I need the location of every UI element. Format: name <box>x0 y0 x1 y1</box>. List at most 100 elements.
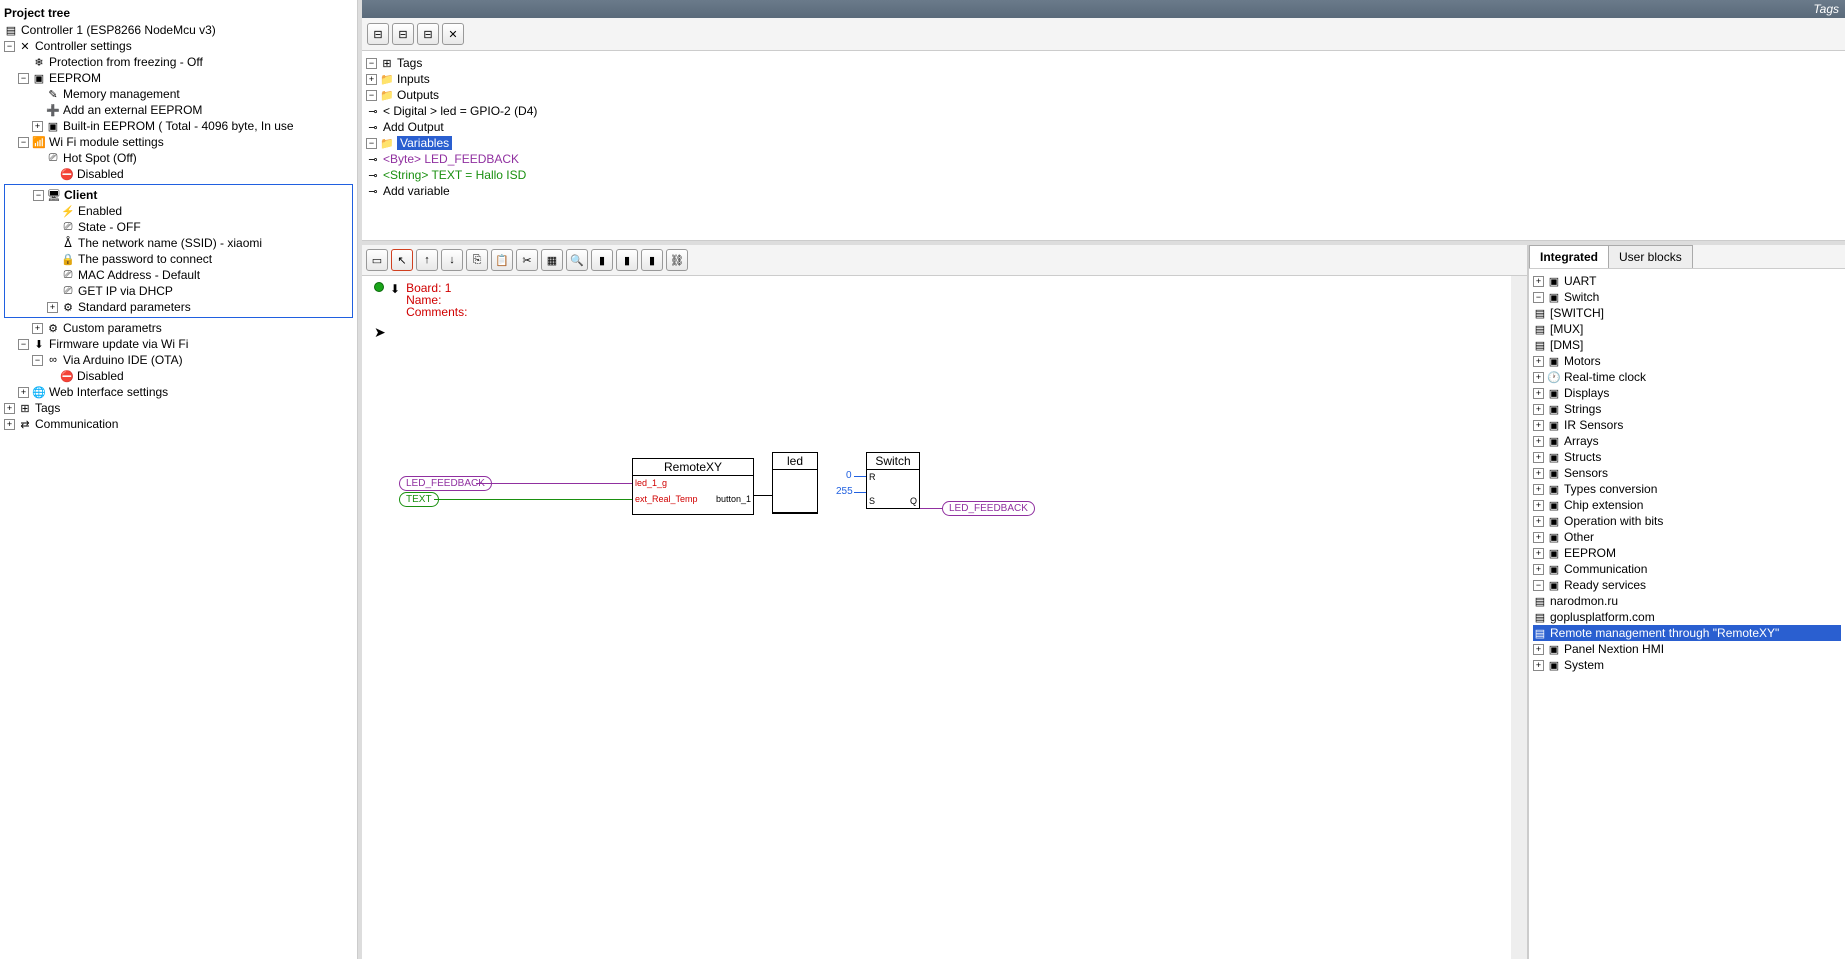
lib-sensors[interactable]: +▣Sensors <box>1533 465 1841 481</box>
text-chip[interactable]: TEXT <box>399 492 439 507</box>
collapse-icon[interactable]: − <box>1533 580 1544 591</box>
lib-arrays[interactable]: +▣Arrays <box>1533 433 1841 449</box>
lib-motors[interactable]: +▣Motors <box>1533 353 1841 369</box>
expand-icon[interactable]: + <box>1533 644 1544 655</box>
collapse-icon[interactable]: − <box>366 90 377 101</box>
expand-icon[interactable]: + <box>1533 468 1544 479</box>
memory-node[interactable]: ✎Memory management <box>4 86 353 102</box>
custom-params-node[interactable]: +⚙Custom parametrs <box>4 320 353 336</box>
collapse-icon[interactable]: − <box>18 137 29 148</box>
lib-remotexy[interactable]: ▤Remote management through "RemoteXY" <box>1533 625 1841 641</box>
diagram-canvas[interactable]: ⬇ Board: 1 Name: Comments: ➤ LED_FEEDBAC… <box>362 276 1527 959</box>
expand-icon[interactable]: + <box>1533 452 1544 463</box>
expand-icon[interactable]: + <box>1533 484 1544 495</box>
add-var-node[interactable]: ⊸Add variable <box>366 183 1841 199</box>
password-node[interactable]: 🔒The password to connect <box>5 251 352 267</box>
align-right-button[interactable]: ▮ <box>641 249 663 271</box>
expand-level-button[interactable]: ⊟ <box>367 23 389 45</box>
add-output-node[interactable]: ⊸Add Output <box>366 119 1841 135</box>
collapse-icon[interactable]: − <box>366 58 377 69</box>
lib-goplus[interactable]: ▤goplusplatform.com <box>1533 609 1841 625</box>
expand-icon[interactable]: + <box>1533 404 1544 415</box>
add-eeprom-node[interactable]: ➕Add an external EEPROM <box>4 102 353 118</box>
expand-icon[interactable]: + <box>1533 372 1544 383</box>
digital-led-node[interactable]: ⊸< Digital > led = GPIO-2 (D4) <box>366 103 1841 119</box>
delete-button[interactable]: ✕ <box>442 23 464 45</box>
led-block[interactable]: led <box>772 452 818 514</box>
lib-switch-item[interactable]: ▤[SWITCH] <box>1533 305 1841 321</box>
move-down-button[interactable]: ↓ <box>441 249 463 271</box>
string-var-node[interactable]: ⊸<String> TEXT = Hallo ISD <box>366 167 1841 183</box>
client-node[interactable]: −🖥Client <box>5 187 352 203</box>
lib-chip[interactable]: +▣Chip extension <box>1533 497 1841 513</box>
expand-icon[interactable]: + <box>1533 388 1544 399</box>
collapse-icon[interactable]: − <box>18 73 29 84</box>
expand-icon[interactable]: + <box>47 302 58 313</box>
expand-icon[interactable]: + <box>1533 564 1544 575</box>
expand-icon[interactable]: + <box>366 74 377 85</box>
controller-node[interactable]: ▤Controller 1 (ESP8266 NodeMcu v3) <box>4 22 353 38</box>
expand-icon[interactable]: + <box>1533 660 1544 671</box>
communication-node[interactable]: +⇄Communication <box>4 416 353 432</box>
lib-system[interactable]: +▣System <box>1533 657 1841 673</box>
expand-all-button[interactable]: ⊟ <box>392 23 414 45</box>
state-node[interactable]: ⎚State - OFF <box>5 219 352 235</box>
hotspot-disabled-node[interactable]: ⛔Disabled <box>4 166 353 182</box>
collapse-icon[interactable]: − <box>33 190 44 201</box>
expand-icon[interactable]: + <box>32 121 43 132</box>
collapse-all-button[interactable]: ⊟ <box>417 23 439 45</box>
enabled-node[interactable]: ⚡Enabled <box>5 203 352 219</box>
tab-user-blocks[interactable]: User blocks <box>1608 245 1693 268</box>
lib-mux-item[interactable]: ▤[MUX] <box>1533 321 1841 337</box>
lib-communication[interactable]: +▣Communication <box>1533 561 1841 577</box>
collapse-icon[interactable]: − <box>32 355 43 366</box>
paste-button[interactable]: 📋 <box>491 249 513 271</box>
expand-icon[interactable]: + <box>32 323 43 334</box>
expand-icon[interactable]: + <box>1533 436 1544 447</box>
expand-icon[interactable]: + <box>1533 276 1544 287</box>
expand-icon[interactable]: + <box>1533 356 1544 367</box>
lib-types[interactable]: +▣Types conversion <box>1533 481 1841 497</box>
zoom-button[interactable]: 🔍 <box>566 249 588 271</box>
link-button[interactable]: ⛓ <box>666 249 688 271</box>
lib-dms-item[interactable]: ▤[DMS] <box>1533 337 1841 353</box>
collapse-icon[interactable]: − <box>1533 292 1544 303</box>
tags-root[interactable]: −⊞Tags <box>366 55 1841 71</box>
lib-narodmon[interactable]: ▤narodmon.ru <box>1533 593 1841 609</box>
hotspot-node[interactable]: ⎚Hot Spot (Off) <box>4 150 353 166</box>
collapse-icon[interactable]: − <box>366 138 377 149</box>
expand-icon[interactable]: + <box>4 403 15 414</box>
align-center-button[interactable]: ▮ <box>616 249 638 271</box>
remotexy-block[interactable]: RemoteXY led_1_g ext_Real_Temp button_1 <box>632 458 754 515</box>
web-node[interactable]: +🌐Web Interface settings <box>4 384 353 400</box>
lib-other[interactable]: +▣Other <box>1533 529 1841 545</box>
cursor-button[interactable]: ↖ <box>391 249 413 271</box>
expand-icon[interactable]: + <box>1533 532 1544 543</box>
led-feedback-out-chip[interactable]: LED_FEEDBACK <box>942 501 1035 516</box>
dhcp-node[interactable]: ⎚GET IP via DHCP <box>5 283 352 299</box>
lib-eeprom[interactable]: +▣EEPROM <box>1533 545 1841 561</box>
inputs-node[interactable]: +📁Inputs <box>366 71 1841 87</box>
expand-icon[interactable]: + <box>1533 500 1544 511</box>
wifi-node[interactable]: −📶Wi Fi module settings <box>4 134 353 150</box>
lib-panel-nextion[interactable]: +▣Panel Nextion HMI <box>1533 641 1841 657</box>
eeprom-node[interactable]: −▣EEPROM <box>4 70 353 86</box>
cut-button[interactable]: ✂ <box>516 249 538 271</box>
canvas-scrollbar[interactable] <box>1511 276 1527 959</box>
ota-node[interactable]: −∞Via Arduino IDE (OTA) <box>4 352 353 368</box>
collapse-icon[interactable]: − <box>18 339 29 350</box>
controller-settings-node[interactable]: −✕Controller settings <box>4 38 353 54</box>
switch-block[interactable]: Switch R S Q <box>866 452 920 509</box>
ota-disabled-node[interactable]: ⛔Disabled <box>4 368 353 384</box>
align-left-button[interactable]: ▮ <box>591 249 613 271</box>
expand-icon[interactable]: + <box>1533 516 1544 527</box>
group-button[interactable]: ▦ <box>541 249 563 271</box>
builtin-eeprom-node[interactable]: +▣Built-in EEPROM ( Total - 4096 byte, I… <box>4 118 353 134</box>
lib-uart[interactable]: +▣UART <box>1533 273 1841 289</box>
byte-var-node[interactable]: ⊸<Byte> LED_FEEDBACK <box>366 151 1841 167</box>
lib-structs[interactable]: +▣Structs <box>1533 449 1841 465</box>
freeze-node[interactable]: ❄Protection from freezing - Off <box>4 54 353 70</box>
lib-displays[interactable]: +▣Displays <box>1533 385 1841 401</box>
lib-bits[interactable]: +▣Operation with bits <box>1533 513 1841 529</box>
select-button[interactable]: ▭ <box>366 249 388 271</box>
